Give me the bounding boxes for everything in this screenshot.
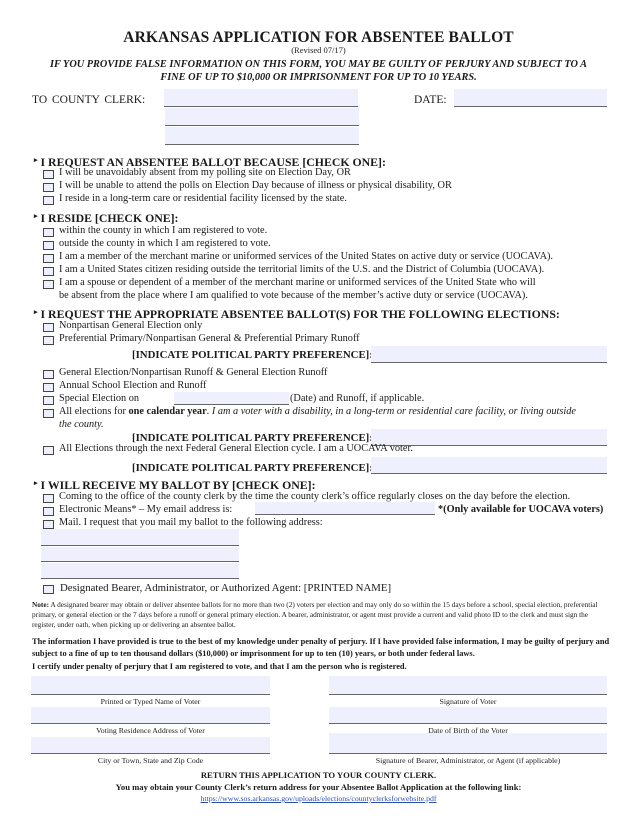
voter-signature-field[interactable] xyxy=(329,676,607,695)
bullet-arrow-icon: ▸ xyxy=(34,308,38,316)
reside-overseas-label: I am a United States citizen residing ou… xyxy=(59,264,545,275)
reason-illness-label: I will be unable to attend the polls on … xyxy=(59,180,452,191)
county-clerk-field-3[interactable] xyxy=(165,127,359,145)
receive-bearer-label: Designated Bearer, Administrator, or Aut… xyxy=(60,582,392,594)
receive-electronic-label: Electronic Means* – My email address is: xyxy=(59,504,233,515)
registration-certification: I certify under penalty of perjury that … xyxy=(32,662,407,671)
election-federal-label: All Elections through the next Federal G… xyxy=(59,443,413,454)
residence-address-caption: Voting Residence Address of Voter xyxy=(96,726,205,735)
special-election-date-field[interactable] xyxy=(174,392,289,405)
date-field[interactable] xyxy=(454,89,607,107)
party-preference-field-1[interactable] xyxy=(371,346,607,363)
election-calendar-year-checkbox[interactable] xyxy=(43,409,54,418)
election-special-label-suffix: (Date) and Runoff, if applicable. xyxy=(290,393,425,404)
bullet-arrow-icon: ▸ xyxy=(34,156,38,164)
receive-bearer-checkbox[interactable] xyxy=(43,585,54,594)
bullet-arrow-icon: ▸ xyxy=(34,212,38,220)
perjury-warning-line2: FINE OF UP TO $10,000 OR IMPRISONMENT FO… xyxy=(160,72,477,83)
mail-address-field-1[interactable] xyxy=(41,529,239,546)
reason-care-facility-checkbox[interactable] xyxy=(43,196,54,205)
reside-within-county-label: within the county in which I am register… xyxy=(59,225,268,236)
uocava-only-note: *(Only available for UOCAVA voters) xyxy=(438,504,604,515)
reside-spouse-label: I am a spouse or dependent of a member o… xyxy=(59,277,536,288)
county-clerks-link[interactable]: https://www.sos.arkansas.gov/uploads/ele… xyxy=(0,794,637,803)
obtain-address-instruction: You may obtain your County Clerk’s retur… xyxy=(115,782,522,792)
reside-outside-county-checkbox[interactable] xyxy=(43,241,54,250)
perjury-warning-line1: IF YOU PROVIDE FALSE INFORMATION ON THIS… xyxy=(49,59,588,70)
revision-date: (Revised 07/17) xyxy=(291,45,346,55)
election-school-checkbox[interactable] xyxy=(43,383,54,392)
county-clerk-field-2[interactable] xyxy=(165,108,359,126)
election-calendar-year-label: All elections for one calendar year. I a… xyxy=(59,406,576,417)
election-federal-checkbox[interactable] xyxy=(43,446,54,455)
election-preferential-checkbox[interactable] xyxy=(43,336,54,345)
mail-address-field-2[interactable] xyxy=(41,547,239,562)
reside-spouse-checkbox[interactable] xyxy=(43,280,54,289)
city-state-zip-caption: City or Town, State and Zip Code xyxy=(97,756,204,765)
election-preferential-label: Preferential Primary/Nonpartisan General… xyxy=(59,333,360,344)
receive-electronic-checkbox[interactable] xyxy=(43,507,54,516)
reason-illness-checkbox[interactable] xyxy=(43,183,54,192)
county-clerk-field-1[interactable] xyxy=(164,89,358,107)
reside-spouse-label-cont: be absent from the place where I am qual… xyxy=(59,290,528,301)
reside-military-label: I am a member of the merchant marine or … xyxy=(59,251,554,262)
printed-name-caption: Printed or Typed Name of Voter xyxy=(100,697,201,706)
voter-signature-caption: Signature of Voter xyxy=(439,697,497,706)
election-general-label: General Election/Nonpartisan Runoff & Ge… xyxy=(59,367,328,378)
receive-mail-label: Mail. I request that you mail my ballot … xyxy=(59,517,323,528)
election-special-checkbox[interactable] xyxy=(43,396,54,405)
county-clerk-label: TO COUNTY CLERK: xyxy=(32,94,146,106)
receive-office-label: Coming to the office of the county clerk… xyxy=(59,491,571,502)
party-preference-label-3: [INDICATE POLITICAL PARTY PREFERENCE]: xyxy=(132,462,373,474)
reside-within-county-checkbox[interactable] xyxy=(43,228,54,237)
election-nonpartisan-label: Nonpartisan General Election only xyxy=(59,320,203,331)
election-general-checkbox[interactable] xyxy=(43,370,54,379)
reside-section-heading: ▸ I RESIDE [CHECK ONE]: xyxy=(34,211,179,225)
bearer-note: Note: A designated bearer may obtain or … xyxy=(32,600,598,629)
election-school-label: Annual School Election and Runoff xyxy=(59,380,207,391)
return-instruction: RETURN THIS APPLICATION TO YOUR COUNTY C… xyxy=(200,770,437,780)
residence-address-field[interactable] xyxy=(31,707,270,724)
reside-military-checkbox[interactable] xyxy=(43,254,54,263)
party-preference-field-3[interactable] xyxy=(371,457,607,474)
bearer-signature-field[interactable] xyxy=(329,733,607,754)
election-calendar-year-label-cont: the county. xyxy=(59,419,104,430)
party-preference-label-1: [INDICATE POLITICAL PARTY PREFERENCE]: xyxy=(132,349,373,361)
perjury-statement: The information I have provided is true … xyxy=(32,637,610,658)
bullet-arrow-icon: ▸ xyxy=(34,479,38,487)
reason-absent-checkbox[interactable] xyxy=(43,170,54,179)
reside-overseas-checkbox[interactable] xyxy=(43,267,54,276)
city-state-zip-field[interactable] xyxy=(31,737,270,754)
mail-address-field-3[interactable] xyxy=(41,563,239,579)
reason-absent-label: I will be unavoidably absent from my pol… xyxy=(59,167,351,178)
bearer-signature-caption: Signature of Bearer, Administrator, or A… xyxy=(375,756,561,765)
reason-care-facility-label: I reside in a long-term care or resident… xyxy=(59,193,347,204)
email-address-field[interactable] xyxy=(255,502,435,515)
date-label: DATE: xyxy=(414,94,447,106)
receive-mail-checkbox[interactable] xyxy=(43,520,54,529)
printed-name-field[interactable] xyxy=(31,676,270,695)
election-special-label-prefix: Special Election on xyxy=(59,393,140,404)
reside-outside-county-label: outside the county in which I am registe… xyxy=(59,238,271,249)
receive-office-checkbox[interactable] xyxy=(43,494,54,503)
date-of-birth-field[interactable] xyxy=(329,707,607,724)
election-nonpartisan-checkbox[interactable] xyxy=(43,323,54,332)
